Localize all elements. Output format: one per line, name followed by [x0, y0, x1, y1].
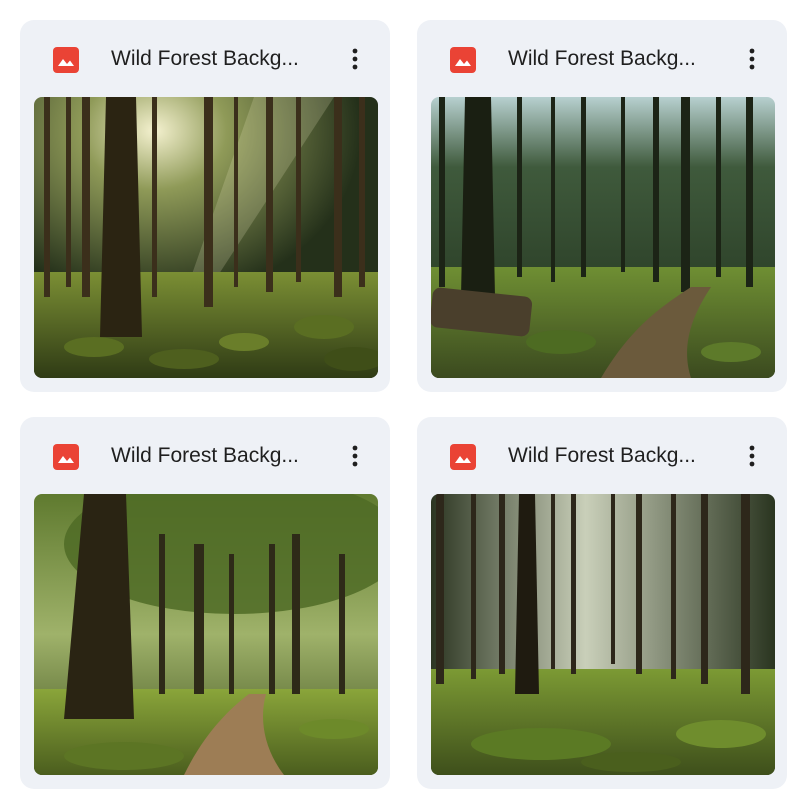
file-card[interactable]: Wild Forest Backg...: [20, 20, 390, 392]
forest-photo-thumbnail[interactable]: [34, 97, 378, 378]
file-card[interactable]: Wild Forest Backg...: [417, 20, 787, 392]
image-file-icon: [450, 444, 476, 470]
file-card-header: Wild Forest Backg...: [417, 417, 787, 494]
forest-photo-thumbnail[interactable]: [431, 97, 775, 378]
more-options-button[interactable]: [737, 441, 767, 471]
forest-photo-thumbnail[interactable]: [431, 494, 775, 775]
more-vert-icon: [749, 445, 755, 467]
image-file-icon: [53, 444, 79, 470]
forest-image: [431, 494, 775, 775]
file-card[interactable]: Wild Forest Backg...: [417, 417, 787, 789]
forest-image: [34, 494, 378, 775]
more-vert-icon: [352, 445, 358, 467]
more-options-button[interactable]: [340, 441, 370, 471]
more-vert-icon: [749, 48, 755, 70]
file-title[interactable]: Wild Forest Backg...: [508, 441, 723, 471]
file-title[interactable]: Wild Forest Backg...: [111, 441, 326, 471]
file-card-header: Wild Forest Backg...: [20, 417, 390, 494]
forest-photo-thumbnail[interactable]: [34, 494, 378, 775]
image-file-icon: [53, 47, 79, 73]
forest-image: [431, 97, 775, 378]
more-options-button[interactable]: [737, 44, 767, 74]
image-file-icon: [450, 47, 476, 73]
file-title[interactable]: Wild Forest Backg...: [508, 44, 723, 74]
file-card-header: Wild Forest Backg...: [20, 20, 390, 97]
file-card[interactable]: Wild Forest Backg...: [20, 417, 390, 789]
forest-image: [34, 97, 378, 378]
file-card-header: Wild Forest Backg...: [417, 20, 787, 97]
more-vert-icon: [352, 48, 358, 70]
file-title[interactable]: Wild Forest Backg...: [111, 44, 326, 74]
more-options-button[interactable]: [340, 44, 370, 74]
